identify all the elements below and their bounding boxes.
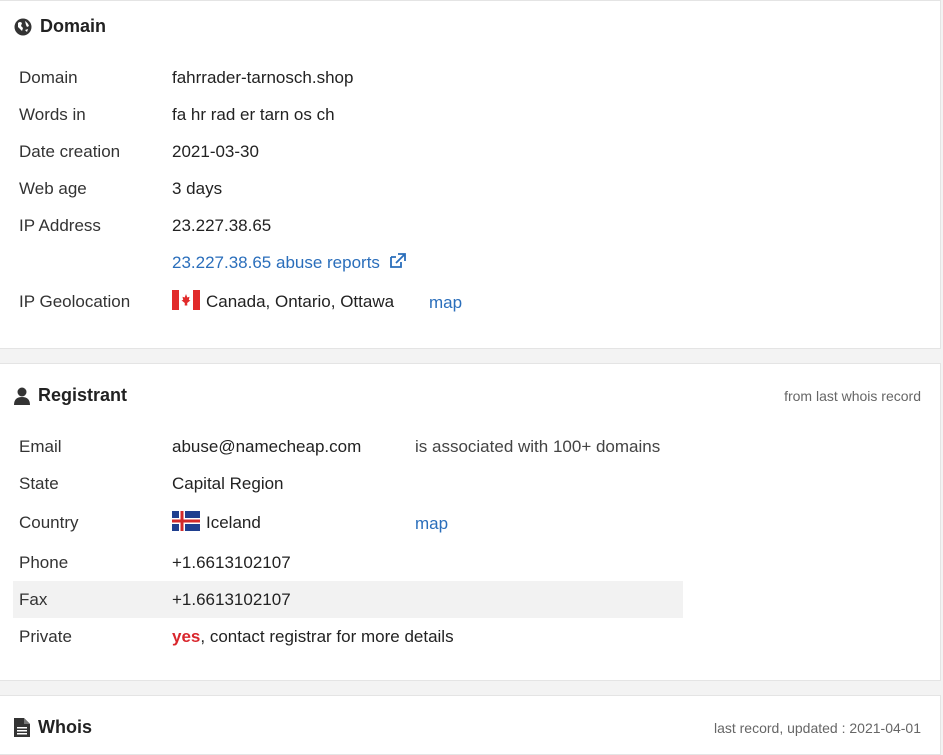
phone-row: Phone +1.6613102107 [13,544,683,581]
webage-value: 3 days [172,179,223,198]
whois-panel: Whois last record, updated : 2021-04-01 [0,695,941,755]
private-details-text: , contact registrar for more details [200,627,454,646]
geo-row: IP Geolocation Canada, Ontario, Ottawa m… [13,283,683,320]
registrant-note: from last whois record [784,388,921,404]
geo-value: Canada, Ontario, Ottawa [172,290,394,312]
email-associated-text: is associated with 100+ domains [415,437,661,456]
geo-location-text: Canada, Ontario, Ottawa [206,292,395,311]
creation-label: Date creation [19,142,121,161]
ip-label: IP Address [19,216,101,235]
phone-label: Phone [19,553,69,572]
fax-value: +1.6613102107 [172,590,291,609]
webage-row: Web age 3 days [13,170,683,207]
abuse-reports-text[interactable]: 23.227.38.65 abuse reports [172,253,380,272]
registrant-header: Registrant [14,385,127,406]
email-row: Email abuse@namecheap.com is associated … [13,428,683,465]
country-map-link[interactable]: map [415,514,448,534]
domain-title: Domain [40,16,107,36]
country-label: Country [19,513,79,532]
abuse-row: 23.227.38.65 abuse reports [13,244,683,281]
whois-header: Whois [14,717,92,738]
country-row: Country Iceland map [13,504,683,541]
email-link[interactable]: abuse@namecheap.com [172,437,361,457]
state-value: Capital Region [172,474,284,493]
fax-row: Fax +1.6613102107 [13,581,683,618]
domain-value: fahrrader-tarnosch.shop [172,68,354,87]
state-label: State [19,474,59,493]
geo-map-link[interactable]: map [429,293,462,313]
ip-row: IP Address 23.227.38.65 [13,207,683,244]
state-row: State Capital Region [13,465,683,502]
whois-title: Whois [38,717,92,737]
domain-label: Domain [19,68,78,87]
iceland-flag-icon [172,511,200,531]
canada-flag-icon [172,290,200,310]
domain-row: Domain fahrrader-tarnosch.shop [13,59,683,96]
private-value: yes, contact registrar for more details [172,627,454,647]
ip-link[interactable]: 23.227.38.65 [172,216,271,236]
words-label: Words in [19,105,86,124]
webage-label: Web age [19,179,87,198]
document-icon [14,718,30,737]
fax-label: Fax [19,590,48,609]
external-link-icon [389,253,406,268]
email-label: Email [19,437,62,456]
registrant-title: Registrant [38,385,128,405]
words-value: fa hr rad er tarn os ch [172,105,335,124]
domain-panel: Domain Domain fahrrader-tarnosch.shop Wo… [0,0,941,349]
user-icon [14,387,30,405]
creation-row: Date creation 2021-03-30 [13,133,683,170]
private-yes-badge: yes [172,627,201,646]
domain-header: Domain [14,16,106,37]
private-row: Private yes, contact registrar for more … [13,618,683,655]
country-name: Iceland [206,513,261,532]
words-row: Words in fa hr rad er tarn os ch [13,96,683,133]
whois-updated-note: last record, updated : 2021-04-01 [713,720,921,736]
geo-label: IP Geolocation [19,292,131,311]
creation-value: 2021-03-30 [172,142,259,161]
abuse-reports-link[interactable]: 23.227.38.65 abuse reports [172,253,406,273]
phone-value: +1.6613102107 [172,553,291,572]
registrant-panel: Registrant from last whois record Email … [0,363,941,681]
private-label: Private [19,627,72,646]
country-value: Iceland [172,511,261,533]
globe-icon [14,18,32,35]
